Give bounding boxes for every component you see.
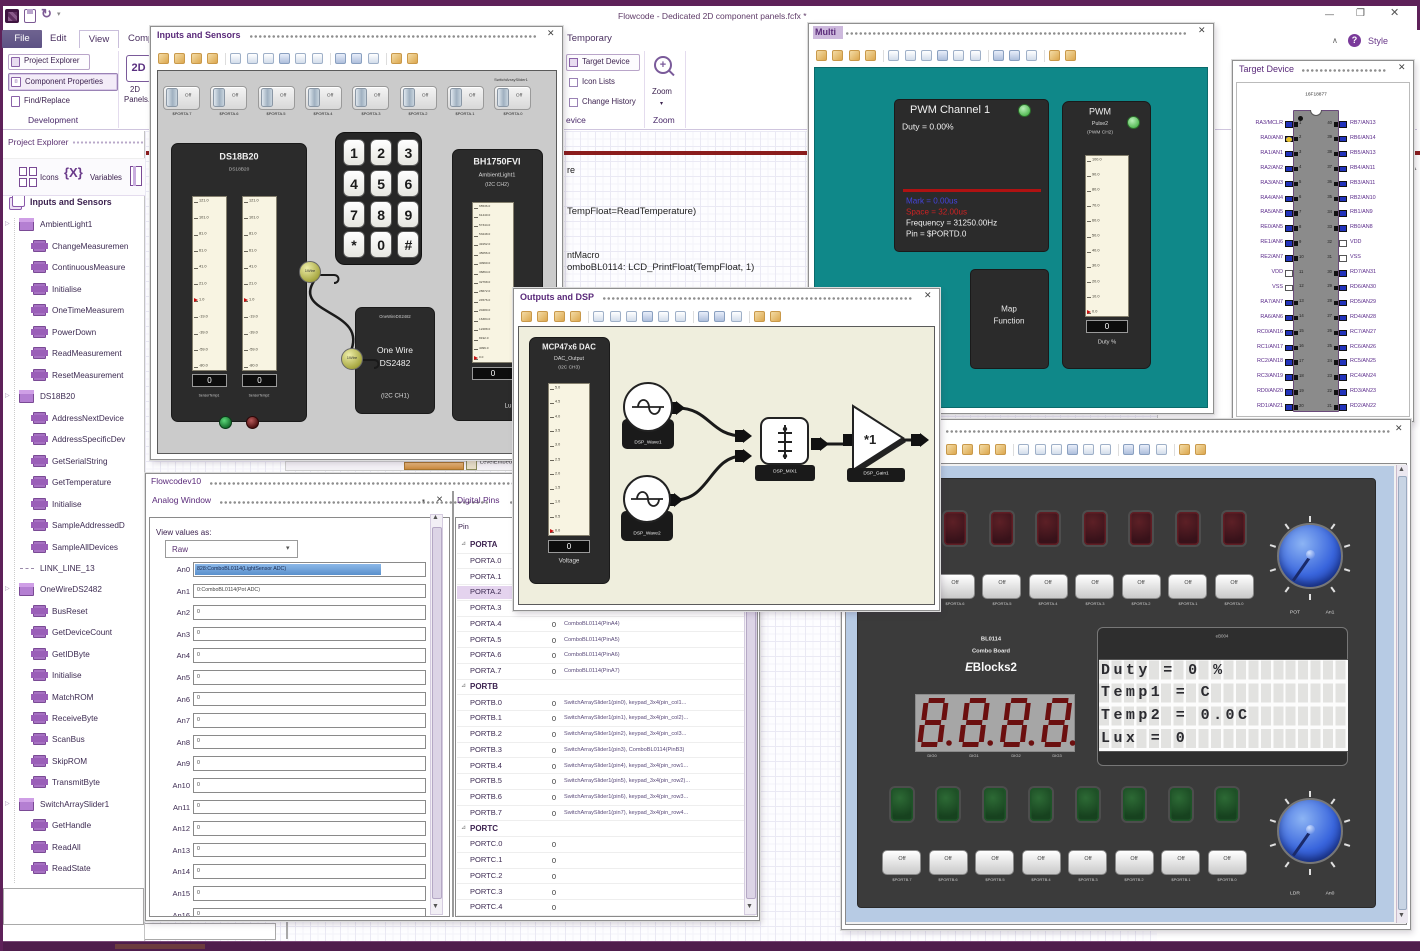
svg-text:*1: *1 — [864, 432, 876, 447]
